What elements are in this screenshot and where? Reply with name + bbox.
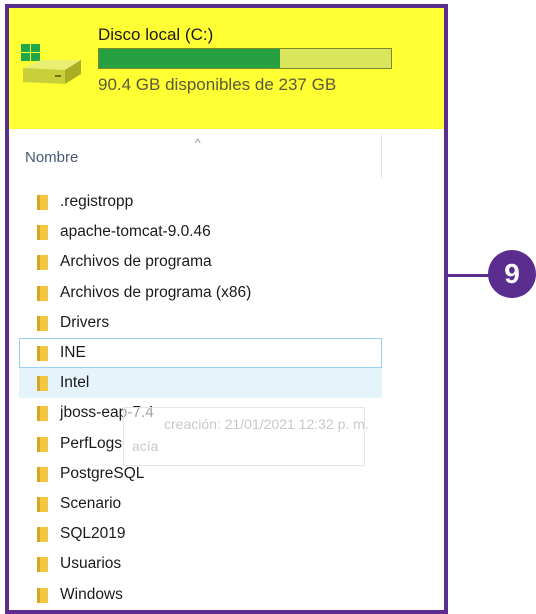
details-pane [382, 134, 444, 610]
folder-icon [37, 406, 48, 422]
file-name: apache-tomcat-9.0.46 [60, 223, 211, 241]
sort-ascending-icon: ^ [195, 136, 201, 150]
file-row[interactable]: .registropp [19, 187, 382, 217]
file-row[interactable]: Scenario [19, 489, 382, 519]
capacity-bar [98, 48, 392, 69]
file-name: Drivers [60, 313, 110, 331]
file-row[interactable]: Drivers [19, 308, 382, 338]
folder-icon [37, 195, 48, 210]
file-row[interactable]: Archivos de programa [19, 247, 382, 277]
folder-icon [37, 497, 48, 512]
file-row[interactable]: SQL2019 [19, 519, 382, 549]
explorer-window-frame: Disco local (C:) 90.4 GB disponibles de … [5, 4, 448, 614]
step-number-badge: 9 [488, 250, 536, 298]
file-name: .registropp [60, 193, 134, 210]
file-name: Scenario [60, 495, 122, 512]
capacity-used-fill [99, 49, 281, 68]
folder-icon [37, 376, 48, 392]
drive-summary[interactable]: Disco local (C:) 90.4 GB disponibles de … [9, 8, 444, 129]
folder-icon [37, 436, 48, 452]
tooltip-line-1: creación: 21/01/2021 12:32 p. m. [164, 416, 369, 432]
file-name: Archivos de programa (x86) [60, 283, 252, 301]
folder-icon [37, 557, 48, 573]
folder-icon [37, 346, 48, 361]
file-row[interactable]: INE [19, 338, 382, 368]
file-row[interactable]: Intel [19, 368, 382, 399]
folder-icon [37, 255, 48, 271]
file-name: Intel [60, 374, 90, 392]
callout-connector [448, 274, 490, 277]
file-name: INE [60, 344, 86, 361]
hard-drive-windows-icon [21, 44, 81, 84]
tooltip: creación: 21/01/2021 12:32 p. m. acía [123, 407, 369, 466]
folder-icon [37, 527, 48, 543]
folder-icon [37, 225, 48, 241]
folder-icon [37, 466, 48, 482]
file-row[interactable]: Archivos de programa (x86) [19, 278, 382, 308]
folder-icon [37, 315, 48, 331]
file-name: SQL2019 [60, 525, 126, 543]
drive-name: Disco local (C:) [98, 25, 214, 44]
drive-free-space: 90.4 GB disponibles de 237 GB [98, 75, 337, 94]
file-row[interactable]: Windows [19, 580, 382, 610]
file-row[interactable]: Usuarios [19, 549, 382, 579]
file-name: PostgreSQL [60, 464, 145, 482]
file-name: Usuarios [60, 555, 122, 573]
folder-icon [37, 587, 48, 603]
folder-icon [37, 285, 48, 301]
file-row[interactable]: apache-tomcat-9.0.46 [19, 217, 382, 247]
column-name-label: Nombre [25, 149, 79, 166]
file-name: Archivos de programa [60, 253, 212, 271]
file-name: PerfLogs [60, 434, 123, 452]
file-name: Windows [60, 585, 123, 603]
tooltip-line-2: acía [132, 438, 159, 454]
